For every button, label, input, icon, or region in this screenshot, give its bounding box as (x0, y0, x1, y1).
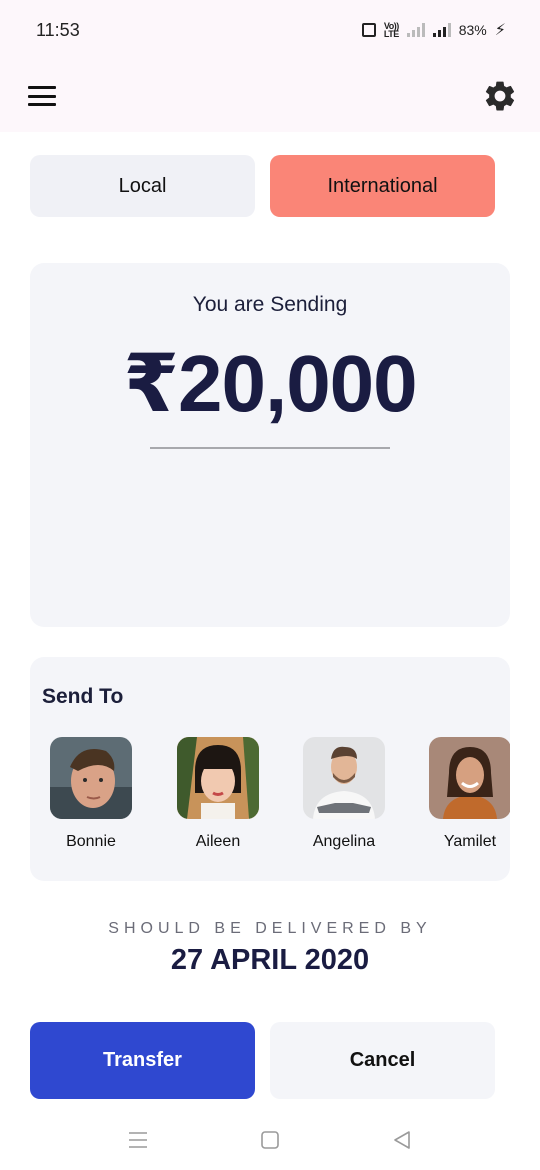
delivery-label: SHOULD BE DELIVERED BY (108, 920, 432, 937)
avatar (50, 737, 132, 819)
recents-icon[interactable] (126, 1129, 150, 1151)
back-icon[interactable] (390, 1129, 414, 1151)
avatar (429, 737, 510, 819)
contact-item[interactable]: Bonnie (49, 737, 133, 851)
system-nav-bar (0, 1110, 540, 1170)
home-icon[interactable] (258, 1129, 282, 1151)
contact-item[interactable]: Yamilet (428, 737, 510, 851)
transfer-button[interactable]: Transfer (30, 1022, 255, 1099)
contact-name: Bonnie (66, 833, 116, 850)
battery-percent: 83% (458, 22, 487, 38)
contact-item[interactable]: Aileen (176, 737, 260, 851)
signal-icon-sim2 (432, 23, 451, 37)
contact-name: Aileen (195, 833, 241, 850)
avatar (303, 737, 385, 819)
amount-value[interactable]: ₹20,000 (30, 337, 510, 430)
contact-item[interactable]: Angelina (302, 737, 386, 851)
app-bar (0, 60, 540, 132)
contact-name: Yamilet (443, 833, 497, 850)
send-to-card: Send To Bonnie Aileen Angelina Yamilet (30, 657, 510, 881)
signal-icon-sim1 (406, 23, 425, 37)
status-icons: Vo)) LTE 83% ⚡ (361, 20, 506, 40)
status-bar: 11:53 Vo)) LTE 83% ⚡ (0, 0, 540, 60)
sending-label: You are Sending (192, 293, 348, 316)
delivery-date: 27 APRIL 2020 (170, 944, 370, 976)
hamburger-menu-icon[interactable] (28, 86, 56, 106)
contact-name: Angelina (312, 833, 376, 850)
avatar (177, 737, 259, 819)
amount-underline (150, 447, 390, 449)
send-to-title: Send To (42, 685, 124, 708)
sending-card: You are Sending ₹20,000 (30, 263, 510, 627)
charging-icon: ⚡ (494, 22, 506, 39)
volte-icon: Vo)) LTE (383, 21, 399, 39)
status-time: 11:53 (36, 19, 80, 40)
tab-international[interactable]: International (270, 155, 495, 217)
tab-local[interactable]: Local (30, 155, 255, 217)
cancel-button[interactable]: Cancel (270, 1022, 495, 1099)
vibrate-icon (361, 23, 376, 37)
gear-icon[interactable] (482, 78, 518, 114)
